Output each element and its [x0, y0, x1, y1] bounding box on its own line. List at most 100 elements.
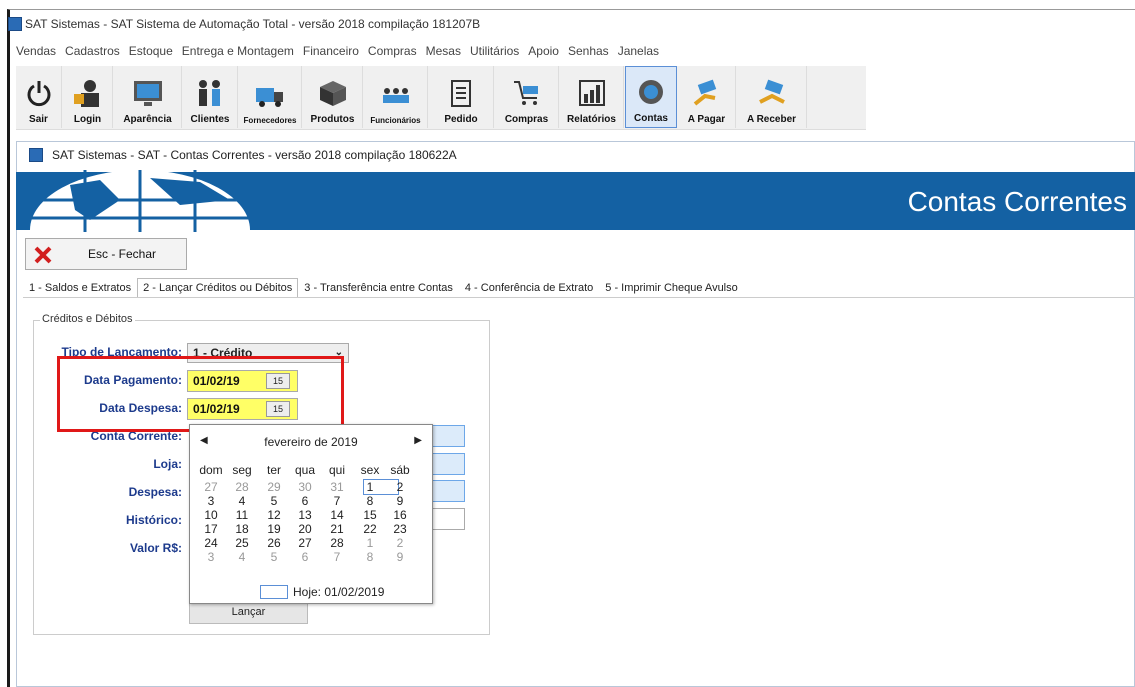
calendar-day[interactable]: 1 — [358, 536, 382, 550]
box-icon — [315, 76, 351, 110]
menu-janelas[interactable]: Janelas — [618, 44, 659, 62]
calendar-day[interactable]: 16 — [388, 508, 412, 522]
menu-utilitarios[interactable]: Utilitários — [470, 44, 519, 62]
today-link[interactable]: Hoje: 01/02/2019 — [293, 585, 384, 599]
calendar-day[interactable]: 6 — [293, 550, 317, 564]
calendar-day[interactable]: 6 — [293, 494, 317, 508]
calendar-day[interactable]: 4 — [230, 550, 254, 564]
calendar-day[interactable]: 4 — [230, 494, 254, 508]
calendar-day[interactable]: 18 — [230, 522, 254, 536]
calendar-day[interactable]: 15 — [358, 508, 382, 522]
weekday-label: qui — [328, 463, 345, 477]
calendar-day[interactable]: 1 — [358, 480, 382, 494]
conta-corrente-field[interactable] — [432, 425, 465, 447]
calendar-day[interactable]: 28 — [325, 536, 349, 550]
receive-money-icon — [754, 76, 790, 110]
weekday-label: sex — [360, 463, 380, 477]
contas-button[interactable]: Contas — [625, 66, 677, 128]
menu-mesas[interactable]: Mesas — [426, 44, 461, 62]
menu-senhas[interactable]: Senhas — [568, 44, 609, 62]
calendar-day[interactable]: 29 — [262, 480, 286, 494]
produtos-button[interactable]: Produtos — [303, 66, 363, 128]
historico-label: Histórico: — [125, 513, 182, 527]
menu-financeiro[interactable]: Financeiro — [303, 44, 359, 62]
calendar-day[interactable]: 23 — [388, 522, 412, 536]
truck-icon — [252, 78, 288, 112]
calendar-day[interactable]: 3 — [199, 550, 223, 564]
tab-saldos[interactable]: 1 - Saldos e Extratos — [23, 278, 137, 298]
calendar-day[interactable]: 2 — [388, 536, 412, 550]
tab-transferencia[interactable]: 3 - Transferência entre Contas — [298, 278, 459, 298]
calendar-day[interactable]: 26 — [262, 536, 286, 550]
tab-conferencia[interactable]: 4 - Conferência de Extrato — [459, 278, 599, 298]
sair-button[interactable]: Sair — [16, 66, 62, 128]
calendar-day[interactable]: 25 — [230, 536, 254, 550]
funcionarios-button[interactable]: Funcionários — [364, 66, 428, 128]
despesa-label: Despesa: — [128, 485, 182, 499]
fornecedores-button[interactable]: Fornecedores — [239, 66, 302, 128]
calendar-day[interactable]: 5 — [262, 494, 286, 508]
tab-divider — [23, 297, 1135, 298]
menu-cadastros[interactable]: Cadastros — [65, 44, 120, 62]
calendar-day[interactable]: 3 — [199, 494, 223, 508]
calendar-day[interactable]: 19 — [262, 522, 286, 536]
money-hand-icon — [689, 76, 725, 110]
tab-lancar[interactable]: 2 - Lançar Créditos ou Débitos — [137, 278, 299, 298]
weekday-label: ter — [266, 463, 281, 477]
weekday-label: seg — [232, 463, 252, 477]
calendar-day[interactable]: 27 — [199, 480, 223, 494]
menu-entrega[interactable]: Entrega e Montagem — [182, 44, 294, 62]
team-icon — [378, 78, 414, 112]
relatorios-button[interactable]: Relatórios — [560, 66, 624, 128]
calendar-day[interactable]: 17 — [199, 522, 223, 536]
a-receber-button[interactable]: A Receber — [737, 66, 807, 128]
toolbar: Sair Login Aparência Clientes Fornecedor… — [16, 66, 866, 130]
login-button[interactable]: Login — [63, 66, 113, 128]
people-icon — [192, 76, 228, 110]
menu-compras[interactable]: Compras — [368, 44, 417, 62]
compras-button[interactable]: Compras — [495, 66, 559, 128]
despesa-field[interactable] — [432, 480, 465, 502]
calendar-day[interactable]: 24 — [199, 536, 223, 550]
today-marker — [260, 585, 288, 599]
pedido-button[interactable]: Pedido — [429, 66, 494, 128]
close-icon — [34, 246, 52, 264]
child-icon — [29, 148, 43, 162]
clientes-button[interactable]: Clientes — [183, 66, 238, 128]
aparencia-button[interactable]: Aparência — [114, 66, 182, 128]
calendar-day[interactable]: 8 — [358, 494, 382, 508]
loja-field[interactable] — [432, 453, 465, 475]
calendar-day[interactable]: 14 — [325, 508, 349, 522]
calendar-day[interactable]: 9 — [388, 550, 412, 564]
calendar-day[interactable]: 8 — [358, 550, 382, 564]
menu-apoio[interactable]: Apoio — [528, 44, 559, 62]
calendar-day[interactable]: 12 — [262, 508, 286, 522]
calendar-day[interactable]: 31 — [325, 480, 349, 494]
calendar-day[interactable]: 10 — [199, 508, 223, 522]
calendar-day[interactable]: 13 — [293, 508, 317, 522]
tab-strip: 1 - Saldos e Extratos 2 - Lançar Crédito… — [23, 278, 744, 298]
calendar-day[interactable]: 22 — [358, 522, 382, 536]
weekday-label: qua — [294, 463, 316, 477]
user-lock-icon — [70, 76, 106, 110]
menu-vendas[interactable]: Vendas — [16, 44, 56, 62]
chart-icon — [574, 76, 610, 110]
close-button[interactable]: Esc - Fechar — [25, 238, 187, 270]
calendar-day[interactable]: 27 — [293, 536, 317, 550]
calendar-day[interactable]: 11 — [230, 508, 254, 522]
calendar-day[interactable]: 20 — [293, 522, 317, 536]
tab-cheque[interactable]: 5 - Imprimir Cheque Avulso — [599, 278, 743, 298]
menu-estoque[interactable]: Estoque — [129, 44, 173, 62]
calendar-day[interactable]: 7 — [325, 550, 349, 564]
calendar-day[interactable]: 21 — [325, 522, 349, 536]
next-month-icon[interactable]: ▶ — [414, 435, 422, 446]
historico-field[interactable] — [432, 508, 465, 530]
calendar-day[interactable]: 9 — [388, 494, 412, 508]
calendar-day[interactable]: 7 — [325, 494, 349, 508]
app-title: SAT Sistemas - SAT Sistema de Automação … — [25, 17, 481, 31]
calendar-day[interactable]: 28 — [230, 480, 254, 494]
calendar-day[interactable]: 2 — [388, 480, 412, 494]
a-pagar-button[interactable]: A Pagar — [678, 66, 736, 128]
calendar-day[interactable]: 5 — [262, 550, 286, 564]
calendar-day[interactable]: 30 — [293, 480, 317, 494]
